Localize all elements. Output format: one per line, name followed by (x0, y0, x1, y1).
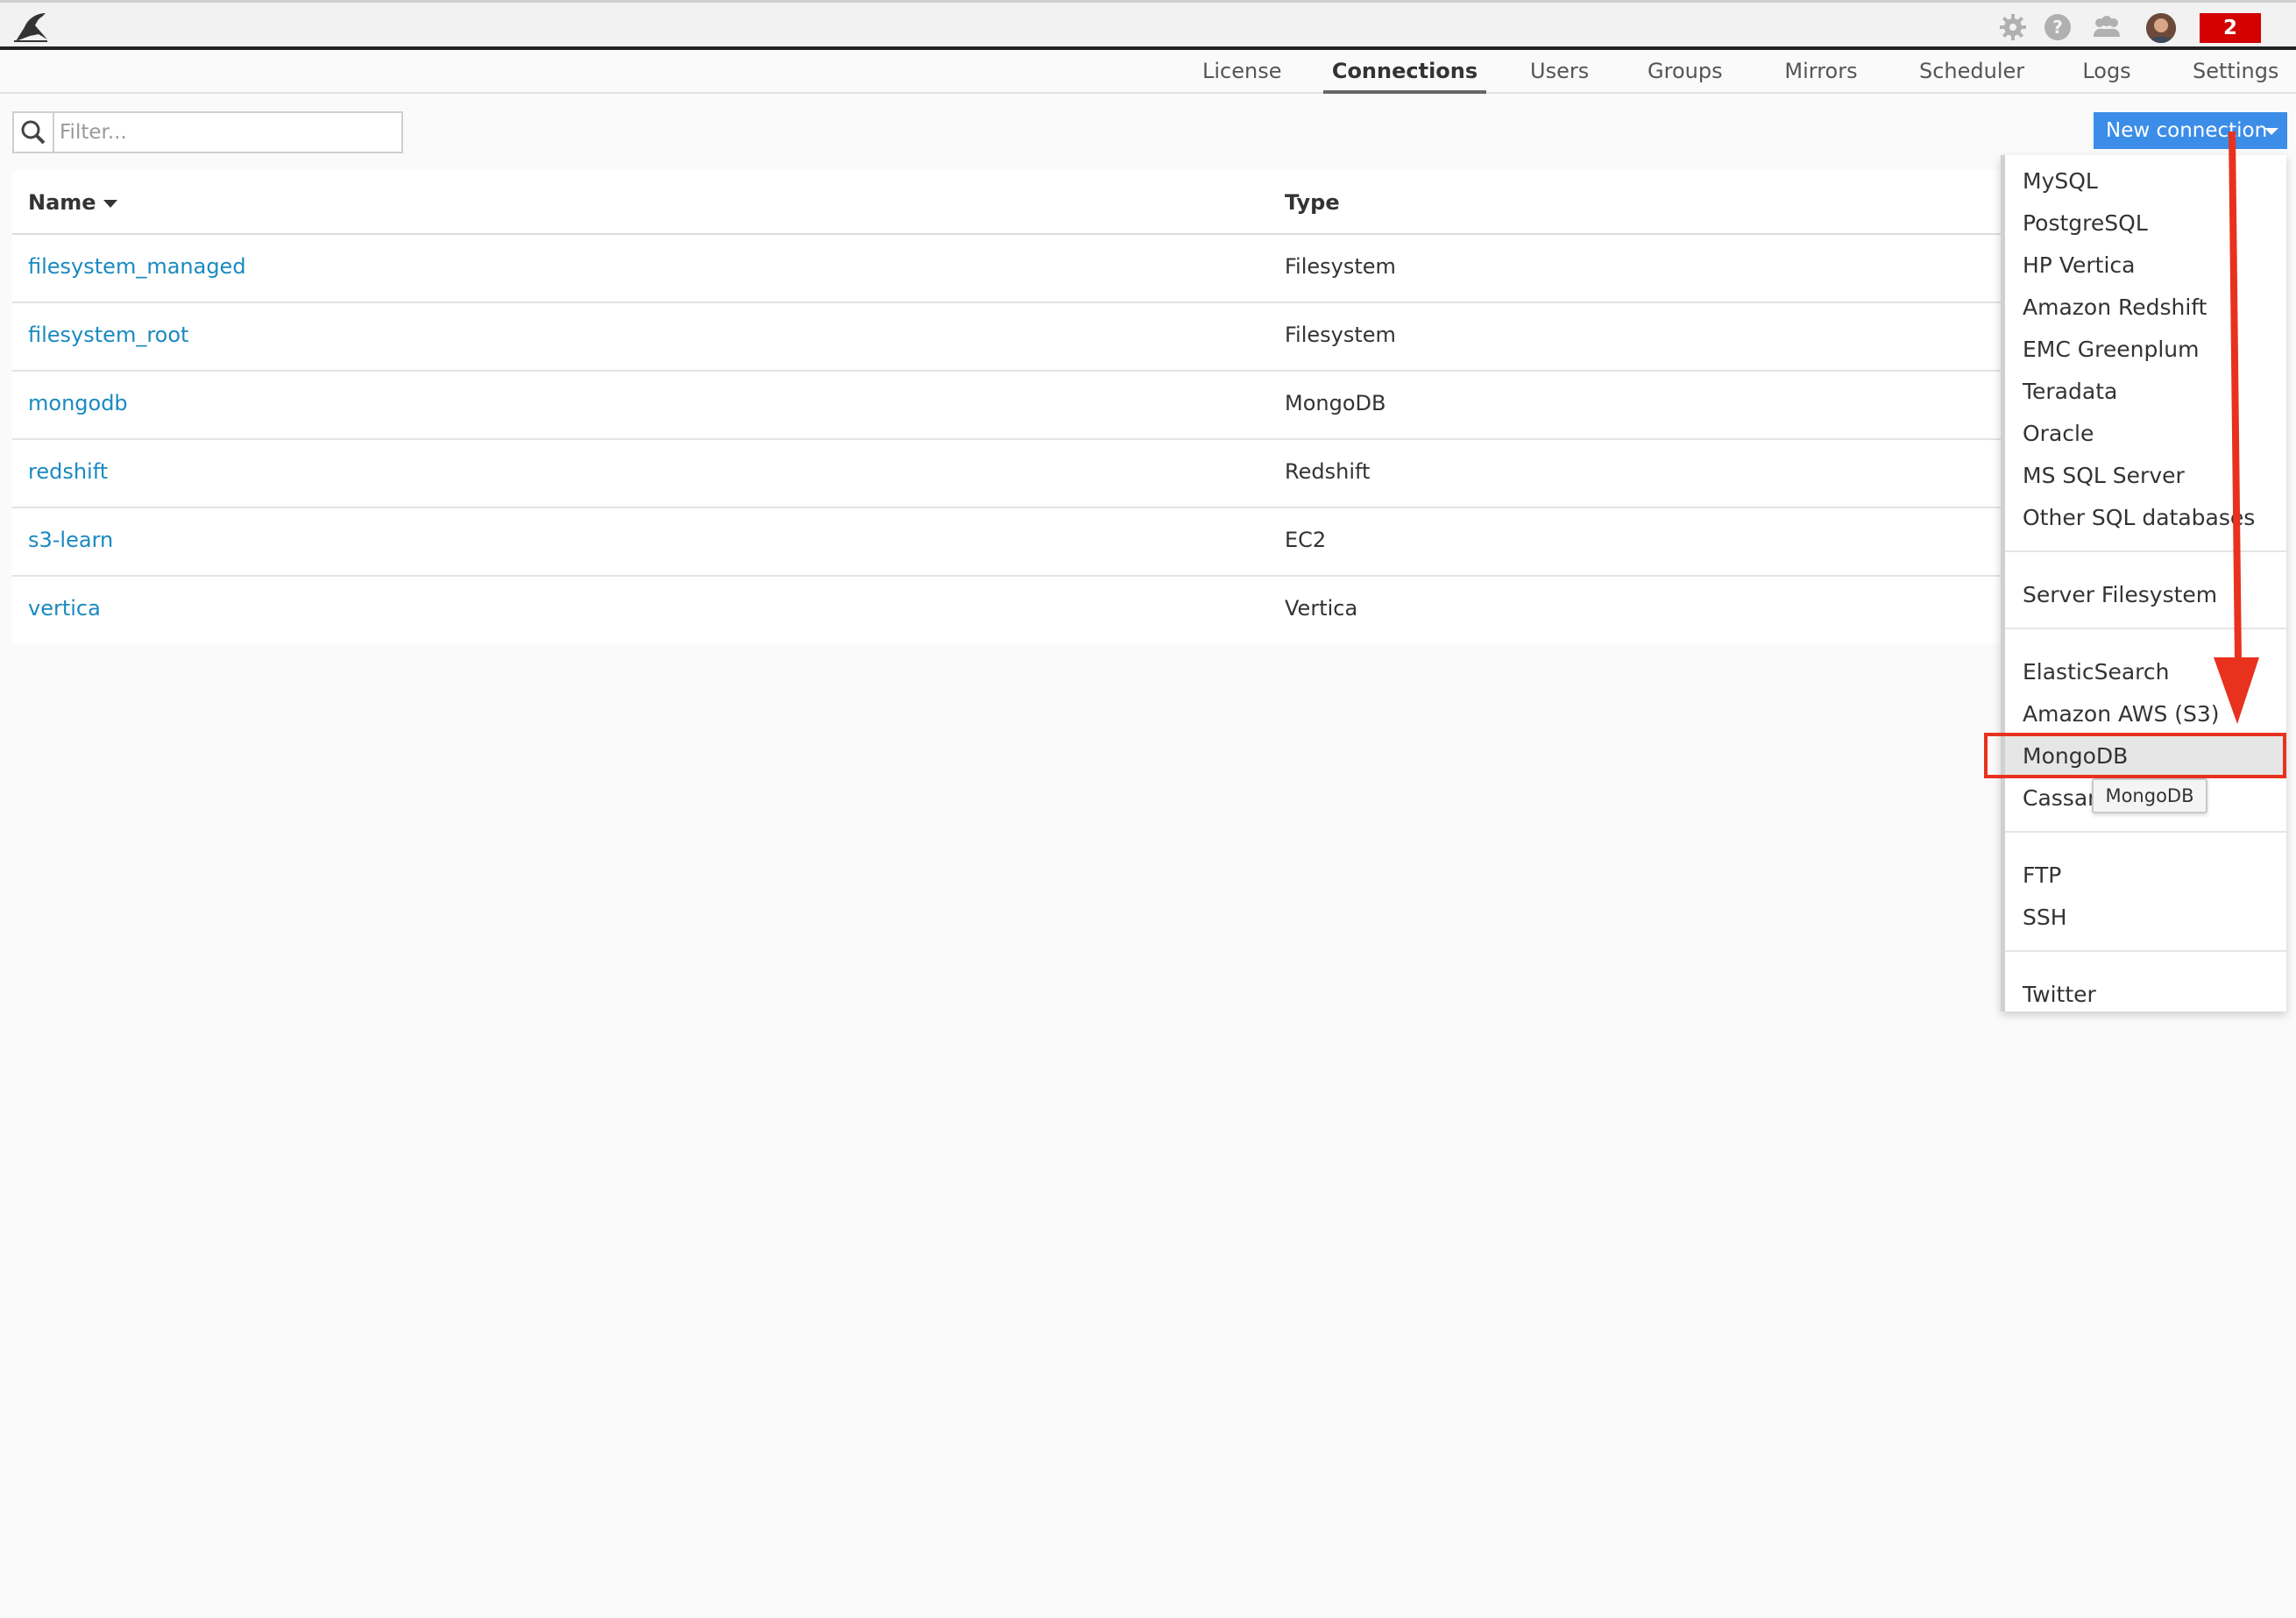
connection-type: EC2 (1285, 528, 1327, 552)
menu-item-ftp[interactable]: FTP (2005, 855, 2286, 896)
tab-settings[interactable]: Settings (2193, 59, 2278, 94)
connection-type: Redshift (1285, 459, 1371, 484)
gear-icon[interactable] (1998, 12, 2028, 42)
admin-nav-tabs: License Connections Users Groups Mirrors… (0, 50, 2296, 94)
connection-type: Filesystem (1285, 323, 1396, 347)
search-icon (21, 120, 46, 145)
table-row: mongodb MongoDB (12, 372, 2010, 440)
menu-divider (2005, 950, 2286, 952)
column-header-name[interactable]: Name (28, 190, 117, 215)
connections-table: Name Type filesystem_managed Filesystem … (12, 170, 2010, 643)
tab-users[interactable]: Users (1530, 59, 1589, 94)
connection-name-link[interactable]: filesystem_managed (28, 254, 246, 279)
column-header-name-label: Name (28, 190, 96, 215)
connection-type: MongoDB (1285, 391, 1386, 415)
bird-logo-icon[interactable] (12, 10, 51, 43)
connection-type: Vertica (1285, 596, 1358, 621)
filter-input[interactable] (60, 118, 393, 146)
users-icon[interactable] (2092, 12, 2122, 42)
connection-name-link[interactable]: vertica (28, 596, 101, 621)
table-row: redshift Redshift (12, 440, 2010, 508)
table-header: Name Type (12, 170, 2010, 235)
table-row: filesystem_managed Filesystem (12, 235, 2010, 303)
help-icon[interactable]: ? (2043, 12, 2073, 42)
tab-scheduler[interactable]: Scheduler (1919, 59, 2024, 94)
tab-connections[interactable]: Connections (1323, 59, 1486, 94)
connection-type: Filesystem (1285, 254, 1396, 279)
notification-badge[interactable]: 2 (2200, 13, 2261, 43)
connection-name-link[interactable]: s3-learn (28, 528, 113, 552)
menu-item-ssh[interactable]: SSH (2005, 898, 2286, 938)
table-row: vertica Vertica (12, 577, 2010, 645)
tab-mirrors[interactable]: Mirrors (1784, 59, 1858, 94)
tab-groups[interactable]: Groups (1648, 59, 1723, 94)
avatar[interactable] (2146, 13, 2176, 43)
annotation-highlight-box (1984, 733, 2286, 778)
menu-item-twitter[interactable]: Twitter (2005, 975, 2286, 1011)
connection-name-link[interactable]: redshift (28, 459, 108, 484)
table-row: s3-learn EC2 (12, 508, 2010, 577)
sort-desc-icon (103, 199, 117, 208)
connection-name-link[interactable]: filesystem_root (28, 323, 188, 347)
table-row: filesystem_root Filesystem (12, 303, 2010, 372)
filter-box (12, 111, 403, 153)
connection-name-link[interactable]: mongodb (28, 391, 128, 415)
tooltip: MongoDB (2092, 778, 2207, 813)
column-header-type[interactable]: Type (1285, 190, 1340, 215)
caret-down-icon (2264, 128, 2278, 135)
tab-license[interactable]: License (1202, 59, 1281, 94)
filter-icon-box (14, 113, 54, 152)
top-bar: ? 2 (0, 0, 2296, 50)
tab-logs[interactable]: Logs (2082, 59, 2131, 94)
annotation-arrow-icon (2214, 131, 2259, 724)
menu-divider (2005, 831, 2286, 833)
svg-text:?: ? (2052, 17, 2063, 38)
